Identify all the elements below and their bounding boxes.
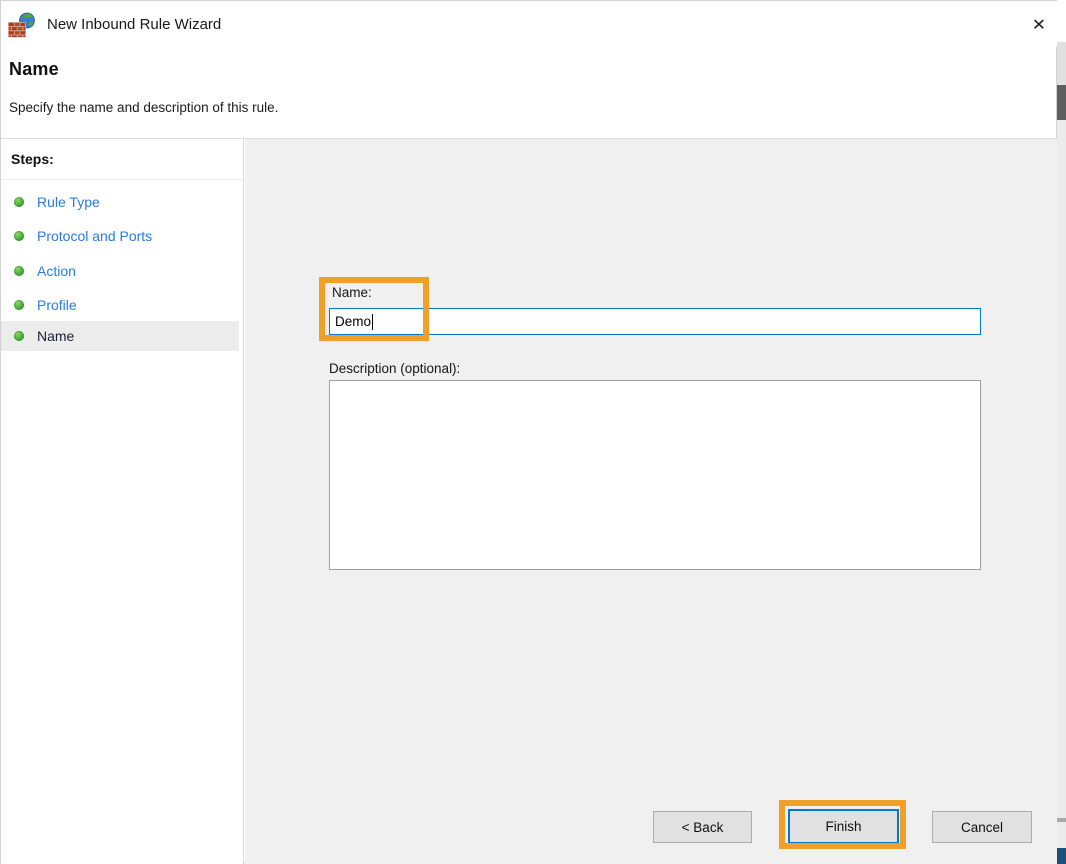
steps-divider xyxy=(1,179,243,180)
steps-sidebar: Steps: Rule Type Protocol and Ports Acti… xyxy=(1,139,244,864)
background-scrollbar xyxy=(1057,0,1066,864)
cancel-button[interactable]: Cancel xyxy=(932,811,1032,843)
text-caret xyxy=(372,313,374,330)
background-scrollbar-track xyxy=(1057,42,1066,85)
background-window-edge xyxy=(1057,848,1066,864)
step-label: Protocol and Ports xyxy=(37,228,153,244)
sidebar-item-name-current[interactable]: Name xyxy=(1,321,239,351)
page-title: Name xyxy=(9,59,59,79)
title-bar: New Inbound Rule Wizard ✕ xyxy=(1,1,1058,47)
sidebar-item-protocol-and-ports[interactable]: Protocol and Ports xyxy=(1,221,239,251)
green-dot-icon xyxy=(14,197,24,207)
sidebar-item-rule-type[interactable]: Rule Type xyxy=(1,187,239,217)
description-field-label: Description (optional): xyxy=(329,361,461,376)
green-dot-icon xyxy=(14,266,24,276)
back-button[interactable]: < Back xyxy=(653,811,752,843)
steps-heading: Steps: xyxy=(11,151,54,167)
step-label: Rule Type xyxy=(37,194,100,210)
step-label: Profile xyxy=(37,297,77,313)
firewall-icon xyxy=(8,12,35,38)
window-title: New Inbound Rule Wizard xyxy=(47,16,222,33)
step-label: Name xyxy=(37,328,75,344)
page-subtitle: Specify the name and description of this… xyxy=(9,100,279,115)
green-dot-icon xyxy=(14,331,24,341)
rule-name-input[interactable]: Demo xyxy=(329,308,981,335)
name-field-label: Name: xyxy=(332,285,372,300)
close-button[interactable]: ✕ xyxy=(1023,9,1055,41)
wizard-dialog: New Inbound Rule Wizard ✕ Name Specify t… xyxy=(0,0,1058,864)
sidebar-item-profile[interactable]: Profile xyxy=(1,290,239,320)
finish-button[interactable]: Finish xyxy=(788,809,899,844)
green-dot-icon xyxy=(14,300,24,310)
background-scrollbar-thumb[interactable] xyxy=(1057,85,1066,120)
background-scrollbar-top xyxy=(1057,0,1066,42)
sidebar-item-action[interactable]: Action xyxy=(1,256,239,286)
rule-description-textarea[interactable] xyxy=(329,380,981,570)
green-dot-icon xyxy=(14,231,24,241)
rule-name-value: Demo xyxy=(335,314,372,329)
close-icon: ✕ xyxy=(1031,15,1047,34)
background-scrollbar-mark xyxy=(1057,818,1066,822)
step-label: Action xyxy=(37,263,76,279)
